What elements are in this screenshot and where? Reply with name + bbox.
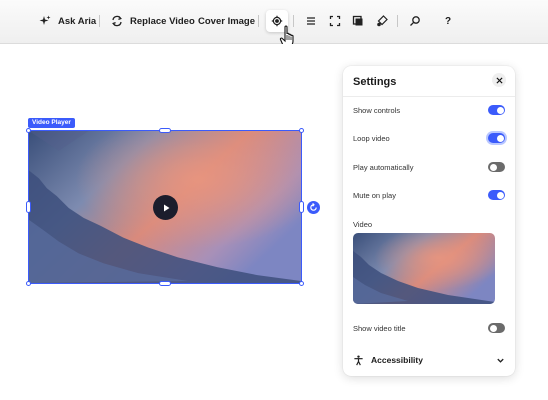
toolbar: Ask Aria Replace Video Cover Image ?	[0, 0, 548, 48]
setting-row-play-automatically: Play automatically	[353, 160, 505, 174]
resize-handle[interactable]	[26, 281, 31, 286]
resize-handle[interactable]	[299, 201, 304, 213]
resize-handle[interactable]	[299, 128, 304, 133]
play-icon	[163, 204, 169, 211]
show-controls-toggle[interactable]	[488, 105, 505, 115]
cover-image-button[interactable]: Cover Image	[198, 10, 255, 32]
toolbar-divider	[293, 15, 294, 27]
toolbar-divider	[397, 15, 398, 27]
close-icon	[495, 76, 503, 84]
resize-handle[interactable]	[159, 281, 171, 286]
layout-button[interactable]	[300, 10, 322, 32]
lines-icon	[307, 17, 315, 25]
close-button[interactable]	[492, 73, 506, 87]
panel-divider	[343, 96, 515, 97]
toolbar-divider	[258, 15, 259, 27]
gear-icon	[271, 15, 283, 27]
chevron-down-icon	[497, 358, 504, 363]
brush-icon	[377, 15, 388, 27]
play-button[interactable]	[153, 195, 178, 220]
accessibility-section[interactable]: Accessibility	[353, 353, 505, 367]
video-section-label: Video	[353, 219, 373, 229]
show-video-title-toggle[interactable]	[488, 323, 505, 333]
design-button[interactable]	[347, 10, 369, 32]
setting-label: Mute on play	[353, 190, 396, 200]
resize-handle[interactable]	[159, 128, 171, 133]
crop-button[interactable]	[324, 10, 346, 32]
sparkle-icon	[38, 14, 52, 28]
video-thumbnail-image	[353, 233, 495, 304]
accessibility-icon	[354, 354, 363, 365]
mute-on-play-toggle[interactable]	[488, 190, 505, 200]
expand-icon	[329, 15, 341, 27]
video-thumbnail[interactable]	[353, 233, 495, 304]
search-button[interactable]	[404, 10, 426, 32]
help-label: ?	[444, 15, 452, 27]
setting-label: Play automatically	[353, 162, 414, 172]
setting-row-loop-video: Loop video	[353, 131, 505, 145]
settings-button[interactable]	[266, 10, 288, 32]
element-tag[interactable]: Video Player	[28, 118, 75, 128]
square-shadow-icon	[352, 15, 363, 26]
replace-video-button[interactable]: Replace Video	[110, 10, 195, 32]
setting-label: Show controls	[353, 105, 401, 115]
resize-handle[interactable]	[299, 281, 304, 286]
accessibility-label: Accessibility	[371, 355, 423, 365]
loop-video-toggle[interactable]	[488, 133, 505, 143]
rotate-button[interactable]	[307, 201, 320, 214]
toolbar-divider	[99, 15, 100, 27]
resize-handle[interactable]	[26, 128, 31, 133]
resize-handle[interactable]	[26, 201, 31, 213]
cover-image-label: Cover Image	[198, 15, 256, 27]
ask-aria-button[interactable]: Ask Aria	[38, 10, 96, 32]
panel-title: Settings	[353, 76, 397, 88]
video-player[interactable]	[28, 130, 302, 284]
setting-row-show-video-title: Show video title	[353, 321, 505, 335]
replace-icon	[110, 14, 124, 28]
animation-button[interactable]	[371, 10, 393, 32]
play-automatically-toggle[interactable]	[488, 162, 505, 172]
setting-row-mute-on-play: Mute on play	[353, 188, 505, 202]
setting-row-show-controls: Show controls	[353, 103, 505, 117]
setting-label: Show video title	[353, 323, 406, 333]
search-icon	[410, 16, 420, 26]
setting-label: Loop video	[353, 133, 390, 143]
ask-aria-label: Ask Aria	[58, 15, 97, 27]
video-section: Video	[353, 217, 505, 231]
replace-video-label: Replace Video	[130, 15, 195, 27]
settings-panel: Settings Show controls Loop video Play a…	[343, 66, 515, 376]
help-button[interactable]: ?	[437, 10, 459, 32]
rotate-icon	[310, 203, 317, 211]
